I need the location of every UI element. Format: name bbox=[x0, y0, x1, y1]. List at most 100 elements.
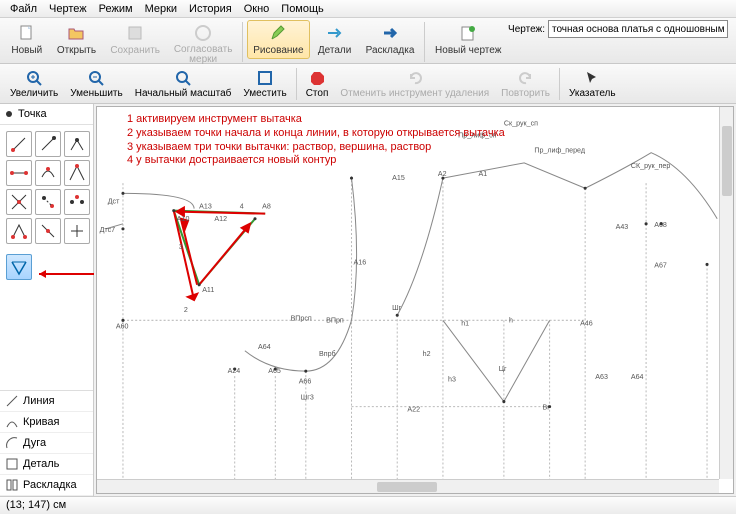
svg-text:Дтс7: Дтс7 bbox=[100, 226, 116, 234]
zoom-in-icon bbox=[25, 69, 43, 87]
detail-icon bbox=[6, 458, 18, 470]
tool-1[interactable] bbox=[6, 131, 32, 157]
svg-text:А43: А43 bbox=[616, 223, 629, 231]
details-mode-button[interactable]: Детали bbox=[312, 20, 358, 59]
open-button[interactable]: Открыть bbox=[51, 20, 103, 59]
svg-text:А15: А15 bbox=[392, 174, 405, 182]
tool-section-point[interactable]: Точка bbox=[0, 104, 93, 125]
save-button[interactable]: Сохранить bbox=[104, 20, 166, 59]
arrow-annotation-icon bbox=[34, 264, 104, 284]
zoom-out-icon bbox=[87, 69, 105, 87]
svg-text:Цг: Цг bbox=[499, 365, 507, 373]
tool-9[interactable] bbox=[64, 189, 90, 215]
layout-icon bbox=[6, 479, 18, 491]
svg-text:h1: h1 bbox=[461, 319, 469, 327]
svg-text:А13: А13 bbox=[199, 203, 212, 211]
svg-text:А64: А64 bbox=[631, 373, 644, 381]
mode-detail[interactable]: Деталь bbox=[0, 454, 93, 475]
stop-button[interactable]: Стоп bbox=[301, 67, 334, 101]
horizontal-scrollbar[interactable] bbox=[97, 479, 719, 493]
menu-bar: Файл Чертеж Режим Мерки История Окно Пом… bbox=[0, 0, 736, 18]
svg-text:А63: А63 bbox=[595, 373, 608, 381]
zoom-1-icon bbox=[174, 69, 192, 87]
point-icon bbox=[6, 111, 12, 117]
main-area: Точка 1 Линия Кривая Дуга Деталь bbox=[0, 104, 736, 496]
pointer-button[interactable]: Указатель bbox=[564, 67, 621, 101]
tool-5[interactable] bbox=[35, 160, 61, 186]
cursor-position: (13; 147) см bbox=[6, 499, 66, 511]
new-drawing-button[interactable]: Новый чертеж bbox=[429, 20, 507, 59]
undo-button[interactable]: Отменить инструмент удаления bbox=[335, 67, 494, 101]
svg-text:А8: А8 bbox=[262, 203, 271, 211]
tool-2[interactable] bbox=[35, 131, 61, 157]
separator bbox=[296, 68, 297, 100]
svg-text:h: h bbox=[509, 316, 513, 324]
separator bbox=[424, 22, 425, 62]
tool-11[interactable] bbox=[35, 218, 61, 244]
svg-text:СК_рук_пер: СК_рук_пер bbox=[631, 162, 671, 170]
folder-open-icon bbox=[66, 23, 86, 43]
drawing-selector: Чертеж: bbox=[508, 20, 732, 38]
tool-3[interactable] bbox=[64, 131, 90, 157]
svg-text:4: 4 bbox=[240, 203, 244, 211]
svg-text:Шг3: Шг3 bbox=[301, 394, 314, 402]
layout-mode-button[interactable]: Раскладка bbox=[360, 20, 421, 59]
scrollbar-thumb[interactable] bbox=[722, 126, 732, 196]
zoom-out-button[interactable]: Уменьшить bbox=[65, 67, 127, 101]
svg-text:А66: А66 bbox=[299, 377, 312, 385]
svg-text:ВПрп: ВПрп bbox=[326, 316, 344, 324]
tool-6[interactable] bbox=[64, 160, 90, 186]
tool-7[interactable] bbox=[6, 189, 32, 215]
menu-drawing[interactable]: Чертеж bbox=[43, 3, 93, 15]
line-icon bbox=[6, 395, 18, 407]
curve-icon bbox=[6, 416, 18, 428]
redo-button[interactable]: Повторить bbox=[496, 67, 555, 101]
svg-text:А11: А11 bbox=[202, 286, 214, 294]
svg-text:ВПрсп: ВПрсп bbox=[291, 314, 312, 322]
menu-help[interactable]: Помощь bbox=[275, 3, 330, 15]
svg-text:2: 2 bbox=[184, 306, 188, 314]
mode-line[interactable]: Линия bbox=[0, 391, 93, 412]
svg-text:Впрб: Впрб bbox=[319, 350, 336, 358]
svg-text:Ск_рук_сп: Ск_рук_сп bbox=[504, 119, 538, 127]
menu-window[interactable]: Окно bbox=[238, 3, 276, 15]
svg-text:А60: А60 bbox=[116, 322, 129, 330]
vertical-scrollbar[interactable] bbox=[719, 107, 733, 479]
mode-curve[interactable]: Кривая bbox=[0, 412, 93, 433]
new-doc-icon bbox=[458, 23, 478, 43]
zoom-in-button[interactable]: Увеличить bbox=[5, 67, 63, 101]
svg-text:А12: А12 bbox=[214, 215, 227, 223]
menu-history[interactable]: История bbox=[183, 3, 238, 15]
mode-layout[interactable]: Раскладка bbox=[0, 475, 93, 496]
menu-file[interactable]: Файл bbox=[4, 3, 43, 15]
svg-text:Шг: Шг bbox=[392, 304, 402, 312]
fit-icon bbox=[256, 69, 274, 87]
tool-10[interactable] bbox=[6, 218, 32, 244]
tool-4[interactable] bbox=[6, 160, 32, 186]
scrollbar-thumb[interactable] bbox=[377, 482, 437, 492]
svg-text:3: 3 bbox=[179, 243, 183, 251]
drawing-name-input[interactable] bbox=[548, 20, 728, 38]
menu-mode[interactable]: Режим bbox=[93, 3, 139, 15]
tool-8[interactable] bbox=[35, 189, 61, 215]
menu-measures[interactable]: Мерки bbox=[139, 3, 183, 15]
main-toolbar: Новый Открыть Сохранить Согласоватьмерки… bbox=[0, 18, 736, 64]
zoom-fit-button[interactable]: Уместить bbox=[238, 67, 291, 101]
save-icon bbox=[125, 23, 145, 43]
separator bbox=[559, 68, 560, 100]
arrow-right-icon bbox=[325, 23, 345, 43]
arrow-right-blue-icon bbox=[380, 23, 400, 43]
drawing-canvas[interactable]: 1 активируем инструмент вытачка 2 указыв… bbox=[96, 106, 734, 494]
svg-text:h3: h3 bbox=[448, 375, 456, 383]
sync-measures-button[interactable]: Согласоватьмерки bbox=[168, 20, 238, 68]
tool-12[interactable] bbox=[64, 218, 90, 244]
new-button[interactable]: Новый bbox=[5, 20, 49, 59]
view-toolbar: Увеличить Уменьшить Начальный масштаб Ум… bbox=[0, 64, 736, 104]
draw-mode-button[interactable]: Рисование bbox=[247, 20, 309, 59]
svg-text:Пр_лиф_перед: Пр_лиф_перед bbox=[534, 147, 585, 155]
zoom-default-button[interactable]: Начальный масштаб bbox=[130, 67, 237, 101]
svg-text:А64: А64 bbox=[258, 343, 271, 351]
sync-icon bbox=[193, 23, 213, 43]
mode-arc[interactable]: Дуга bbox=[0, 433, 93, 454]
dart-tool[interactable] bbox=[6, 254, 32, 280]
